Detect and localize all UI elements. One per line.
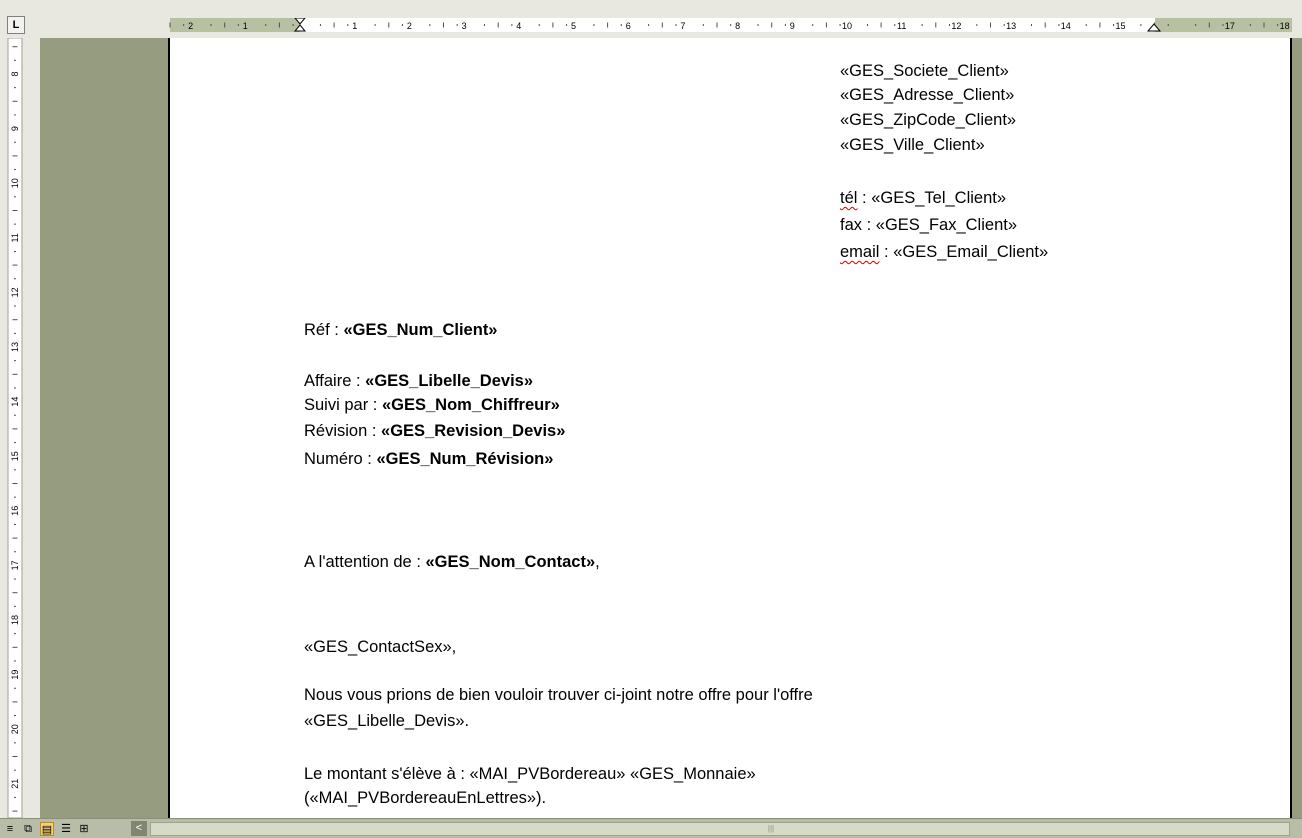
- ruler-number: 17: [1225, 21, 1235, 31]
- email-value: : «GES_Email_Client»: [879, 243, 1049, 261]
- vertical-ruler-number: 16: [10, 506, 20, 516]
- suivi-value: «GES_Nom_Chiffreur»: [381, 396, 560, 414]
- ruler-number: 1: [243, 21, 248, 31]
- attention-suffix: ,: [595, 553, 600, 571]
- ruler-number: 15: [1115, 21, 1125, 31]
- vertical-ruler-number: 18: [10, 615, 20, 625]
- reference-label: Réf :: [304, 321, 344, 339]
- client-city-field: «GES_Ville_Client»: [840, 136, 985, 154]
- affaire-value: «GES_Libelle_Devis»: [365, 372, 534, 390]
- vertical-ruler-number: 20: [10, 724, 20, 734]
- ruler-number: 8: [735, 21, 740, 31]
- left-page-margin: [40, 38, 168, 818]
- revision-label: Révision :: [304, 422, 382, 440]
- offer-line-1: Nous vous prions de bien vouloir trouver…: [304, 686, 813, 704]
- phone-label: tél: [840, 189, 858, 207]
- horizontal-ruler-bar: L 2 1 1 2 3 4 5 6 7 8 9 10 11 12 13 14 15 17 18: [0, 0, 1302, 39]
- numero-label: Numéro :: [304, 450, 377, 468]
- client-email-line: email : «GES_Email_Client»: [840, 242, 1048, 262]
- client-zipcode-field: «GES_ZipCode_Client»: [840, 111, 1017, 129]
- attention-label: A l'attention de :: [304, 553, 426, 571]
- document-page[interactable]: «GES_Societe_Client» «GES_Adresse_Client…: [168, 38, 1292, 818]
- vertical-ruler-strip: [7, 38, 23, 818]
- vertical-ruler-number: 11: [10, 233, 20, 242]
- email-label: email: [840, 243, 880, 261]
- web-layout-view-icon[interactable]: ⧉: [21, 822, 35, 836]
- suivi-label: Suivi par :: [304, 396, 382, 414]
- amount-line-1: Le montant s'élève à : «MAI_PVBordereau»…: [304, 765, 756, 783]
- vertical-ruler-number: 15: [10, 451, 20, 461]
- client-company-field: «GES_Societe_Client»: [840, 62, 1009, 80]
- client-address-field: «GES_Adresse_Client»: [840, 86, 1015, 104]
- vertical-ruler-number: 9: [10, 126, 20, 131]
- vertical-ruler-number: 21: [10, 779, 20, 789]
- amount-line-2: («MAI_PVBordereauEnLettres»).: [304, 789, 547, 807]
- normal-view-icon[interactable]: ≡: [3, 822, 17, 836]
- ruler-number: 1: [352, 21, 357, 31]
- ruler-number: 11: [897, 21, 906, 31]
- suivi-line: Suivi par : «GES_Nom_Chiffreur»: [304, 395, 560, 415]
- client-fax-line: fax : «GES_Fax_Client»: [840, 216, 1018, 234]
- reading-layout-view-icon[interactable]: ⊞: [77, 822, 91, 836]
- ruler-right-margin-zone: [1155, 18, 1292, 32]
- reference-line: Réf : «GES_Num_Client»: [304, 320, 498, 340]
- reference-value: «GES_Num_Client»: [343, 321, 498, 339]
- affaire-line: Affaire : «GES_Libelle_Devis»: [304, 371, 533, 391]
- ruler-number: 7: [680, 21, 685, 31]
- vertical-ruler-number: 12: [10, 287, 20, 297]
- horizontal-ruler[interactable]: 2 1 1 2 3 4 5 6 7 8 9 10 11 12 13 14 15 17 18: [0, 18, 1302, 32]
- vertical-ruler-number: 14: [10, 397, 20, 407]
- ruler-number: 10: [842, 21, 852, 31]
- numero-value: «GES_Num_Révision»: [376, 450, 554, 468]
- print-layout-view-icon[interactable]: ▤: [40, 822, 54, 836]
- vertical-ruler-number: 17: [10, 560, 20, 570]
- ruler-number: 5: [571, 21, 576, 31]
- attention-value: «GES_Nom_Contact»: [425, 553, 596, 571]
- scroll-left-button[interactable]: <: [131, 821, 147, 836]
- vertical-ruler-number: 13: [10, 342, 20, 352]
- horizontal-scrollbar[interactable]: |||: [150, 822, 1290, 836]
- scrollbar-grip-icon[interactable]: |||: [766, 824, 776, 834]
- ruler-number: 4: [516, 21, 521, 31]
- vertical-ruler[interactable]: 8 9 10 11 12 13 14 15 16 17 18 19 20 21: [0, 38, 40, 818]
- bottom-view-bar: ≡ ⧉ ▤ ☰ ⊞ < |||: [0, 818, 1302, 838]
- ruler-number: 14: [1061, 21, 1071, 31]
- ruler-text-zone: [300, 18, 1155, 32]
- ruler-number: 18: [1280, 21, 1290, 31]
- affaire-label: Affaire :: [304, 372, 366, 390]
- client-phone-line: tél : «GES_Tel_Client»: [840, 188, 1006, 208]
- revision-line: Révision : «GES_Revision_Devis»: [304, 421, 565, 441]
- salutation-line: «GES_ContactSex»,: [304, 638, 457, 656]
- numero-line: Numéro : «GES_Num_Révision»: [304, 449, 553, 469]
- ruler-number: 12: [951, 21, 961, 31]
- ruler-number: 2: [188, 21, 193, 31]
- vertical-ruler-number: 10: [10, 178, 20, 188]
- ruler-number: 13: [1006, 21, 1016, 31]
- offer-line-2: «GES_Libelle_Devis».: [304, 712, 470, 730]
- phone-value: : «GES_Tel_Client»: [857, 189, 1007, 207]
- vertical-ruler-number: 19: [10, 670, 20, 680]
- right-page-edge: [1292, 38, 1302, 818]
- revision-value: «GES_Revision_Devis»: [381, 422, 566, 440]
- ruler-number: 3: [462, 21, 467, 31]
- ruler-number: 6: [626, 21, 631, 31]
- ruler-number: 2: [407, 21, 412, 31]
- attention-line: A l'attention de : «GES_Nom_Contact»,: [304, 552, 600, 572]
- ruler-number: 9: [790, 21, 795, 31]
- vertical-ruler-number: 8: [10, 71, 20, 76]
- outline-view-icon[interactable]: ☰: [59, 822, 73, 836]
- vertical-ruler-bar: 8 9 10 11 12 13 14 15 16 17 18 19 20 21: [0, 38, 40, 818]
